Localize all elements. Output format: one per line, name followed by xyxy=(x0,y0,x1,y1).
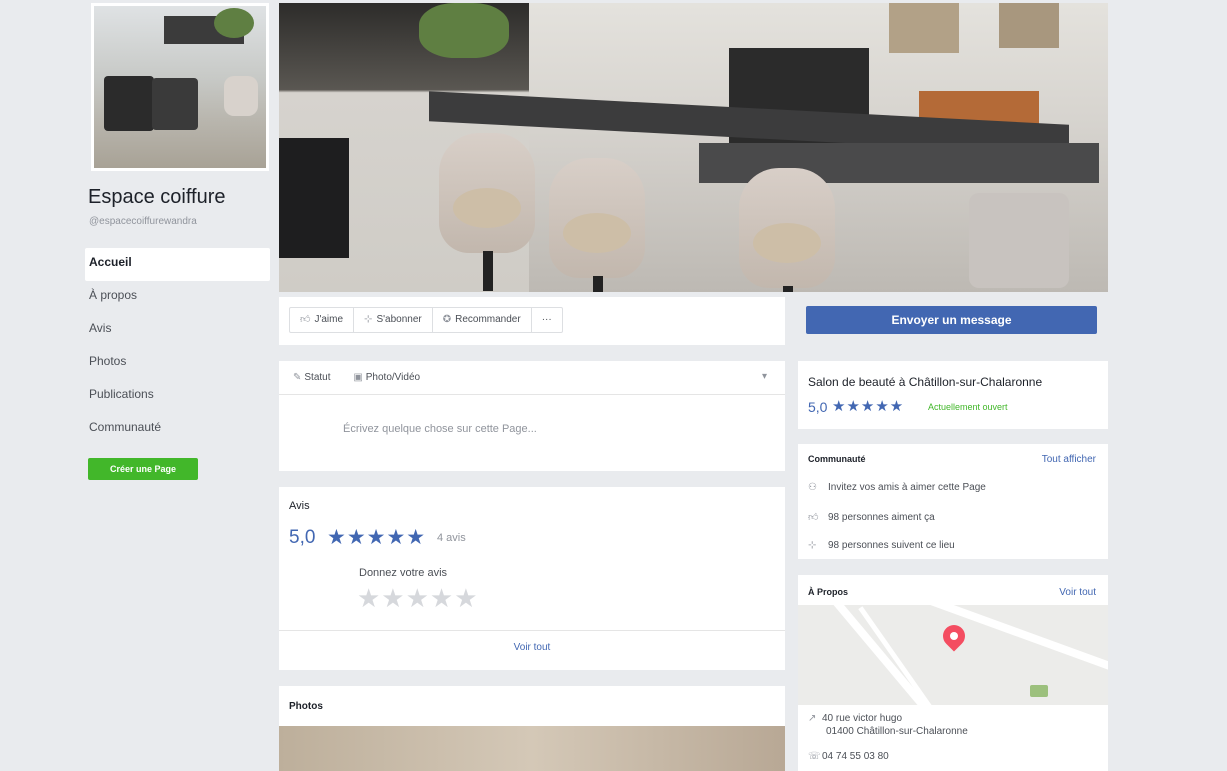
address-line1: 40 rue victor hugo xyxy=(822,713,903,724)
action-buttons-group: 👍︎ J'aime ⊹ S'abonner ✪ Recommander ··· xyxy=(289,307,563,333)
page-handle[interactable]: @espacecoiffurewandra xyxy=(89,216,197,227)
phone-icon: ☏ xyxy=(808,751,821,762)
category-card: Salon de beauté à Châtillon-sur-Chalaron… xyxy=(798,361,1108,429)
photo-video-tab[interactable]: ▣ Photo/Vidéo xyxy=(353,372,430,383)
map-pin-icon xyxy=(938,620,970,652)
open-status: Actuellement ouvert xyxy=(928,402,1008,412)
divider xyxy=(279,630,785,631)
follows-text: 98 personnes suivent ce lieu xyxy=(828,540,955,551)
give-review-label: Donnez votre avis xyxy=(359,567,448,579)
about-title: À Propos xyxy=(808,587,849,597)
about-see-all-link[interactable]: Voir tout xyxy=(1059,587,1096,598)
profile-photo-image xyxy=(94,6,266,168)
send-message-button[interactable]: Envoyer un message xyxy=(806,306,1097,334)
follow-icon: ⊹ xyxy=(364,314,373,325)
likes-row: 👍︎ 98 personnes aiment ça xyxy=(808,511,935,523)
nav-item-communaute[interactable]: Communauté xyxy=(85,413,270,446)
nav-item-avis[interactable]: Avis xyxy=(85,314,270,347)
recommend-icon: ✪ xyxy=(442,314,452,325)
photo-icon: ▣ xyxy=(353,372,363,383)
photos-card: Photos xyxy=(279,686,785,771)
address[interactable]: ↗ 40 rue victor hugo 01400 Châtillon-sur-… xyxy=(808,712,968,738)
composer-input[interactable]: Écrivez quelque chose sur cette Page... xyxy=(343,423,537,435)
nav-item-photos[interactable]: Photos xyxy=(85,347,270,380)
invite-friends-icon: ⚇ xyxy=(808,482,817,493)
chevron-down-icon[interactable]: ▾ xyxy=(762,371,767,382)
reviews-count[interactable]: 4 avis xyxy=(437,532,466,544)
rate-stars-input[interactable]: ★★★★★ xyxy=(357,583,479,614)
invite-friends-row[interactable]: ⚇ Invitez vos amis à aimer cette Page xyxy=(808,482,986,493)
nav-item-a-propos[interactable]: À propos xyxy=(85,281,270,314)
photo-video-tab-label: Photo/Vidéo xyxy=(365,372,421,383)
thumbs-up-icon: 👍︎ xyxy=(300,314,311,325)
directions-icon: ↗ xyxy=(808,713,817,724)
reviews-score: 5,0 xyxy=(289,527,316,548)
like-button-label: J'aime xyxy=(314,314,344,325)
status-tab-label: Statut xyxy=(304,372,331,383)
likes-text: 98 personnes aiment ça xyxy=(828,512,935,523)
photo-thumbnail[interactable] xyxy=(279,726,785,771)
nav-item-accueil[interactable]: Accueil xyxy=(85,248,270,281)
recommend-button-label: Recommander xyxy=(455,314,521,325)
reviews-card: Avis 5,0 ★★★★★ 4 avis Donnez votre avis … xyxy=(279,487,785,670)
more-options-button[interactable]: ··· xyxy=(532,308,562,332)
post-composer: ✎ Statut ▣ Photo/Vidéo ▾ Écrivez quelque c… xyxy=(279,361,785,471)
pencil-icon: ✎ xyxy=(293,372,302,383)
reviews-star-rating: ★★★★★ xyxy=(327,526,427,549)
cover-photo[interactable] xyxy=(279,3,1108,292)
road-shield-icon xyxy=(1030,685,1048,697)
profile-picture[interactable] xyxy=(91,3,269,171)
facebook-page: Espace coiffure @espacecoiffurewandra Ac… xyxy=(5,3,1217,771)
location-map[interactable] xyxy=(798,605,1108,705)
category-star-rating: ★★★★★ xyxy=(832,398,905,415)
composer-tabs: ✎ Statut ▣ Photo/Vidéo xyxy=(279,361,785,395)
nav-item-publications[interactable]: Publications xyxy=(85,380,270,413)
follow-button-label: S'abonner xyxy=(376,314,422,325)
follow-icon: ⊹ xyxy=(808,540,817,551)
status-tab[interactable]: ✎ Statut xyxy=(293,372,341,383)
left-navigation: Accueil À propos Avis Photos Publication… xyxy=(85,248,270,446)
address-line2: 01400 Châtillon-sur-Chalaronne xyxy=(826,726,968,737)
thumbs-up-icon: 👍︎ xyxy=(808,512,819,523)
like-button[interactable]: 👍︎ J'aime xyxy=(290,308,355,332)
category-score: 5,0 xyxy=(808,399,828,415)
page-title[interactable]: Espace coiffure xyxy=(88,186,226,209)
invite-friends-text: Invitez vos amis à aimer cette Page xyxy=(828,482,986,493)
reviews-title[interactable]: Avis xyxy=(289,500,310,512)
follows-row: ⊹ 98 personnes suivent ce lieu xyxy=(808,540,955,551)
community-title: Communauté xyxy=(808,454,866,464)
about-card: À Propos Voir tout ↗ 40 rue victor hugo 0… xyxy=(798,575,1108,771)
community-card: Communauté Tout afficher ⚇ Invitez vos am… xyxy=(798,444,1108,559)
community-see-all-link[interactable]: Tout afficher xyxy=(1042,454,1096,465)
phone-number-text: 04 74 55 03 80 xyxy=(822,751,889,762)
create-page-button[interactable]: Créer une Page xyxy=(88,458,198,480)
reviews-see-all-link[interactable]: Voir tout xyxy=(279,642,785,653)
page-action-bar: 👍︎ J'aime ⊹ S'abonner ✪ Recommander ··· xyxy=(279,297,785,345)
photos-title[interactable]: Photos xyxy=(289,701,323,712)
business-category[interactable]: Salon de beauté à Châtillon-sur-Chalaron… xyxy=(808,375,1042,389)
phone-number[interactable]: ☏04 74 55 03 80 xyxy=(808,751,889,762)
recommend-button[interactable]: ✪ Recommander xyxy=(433,308,532,332)
follow-button[interactable]: ⊹ S'abonner xyxy=(354,308,433,332)
